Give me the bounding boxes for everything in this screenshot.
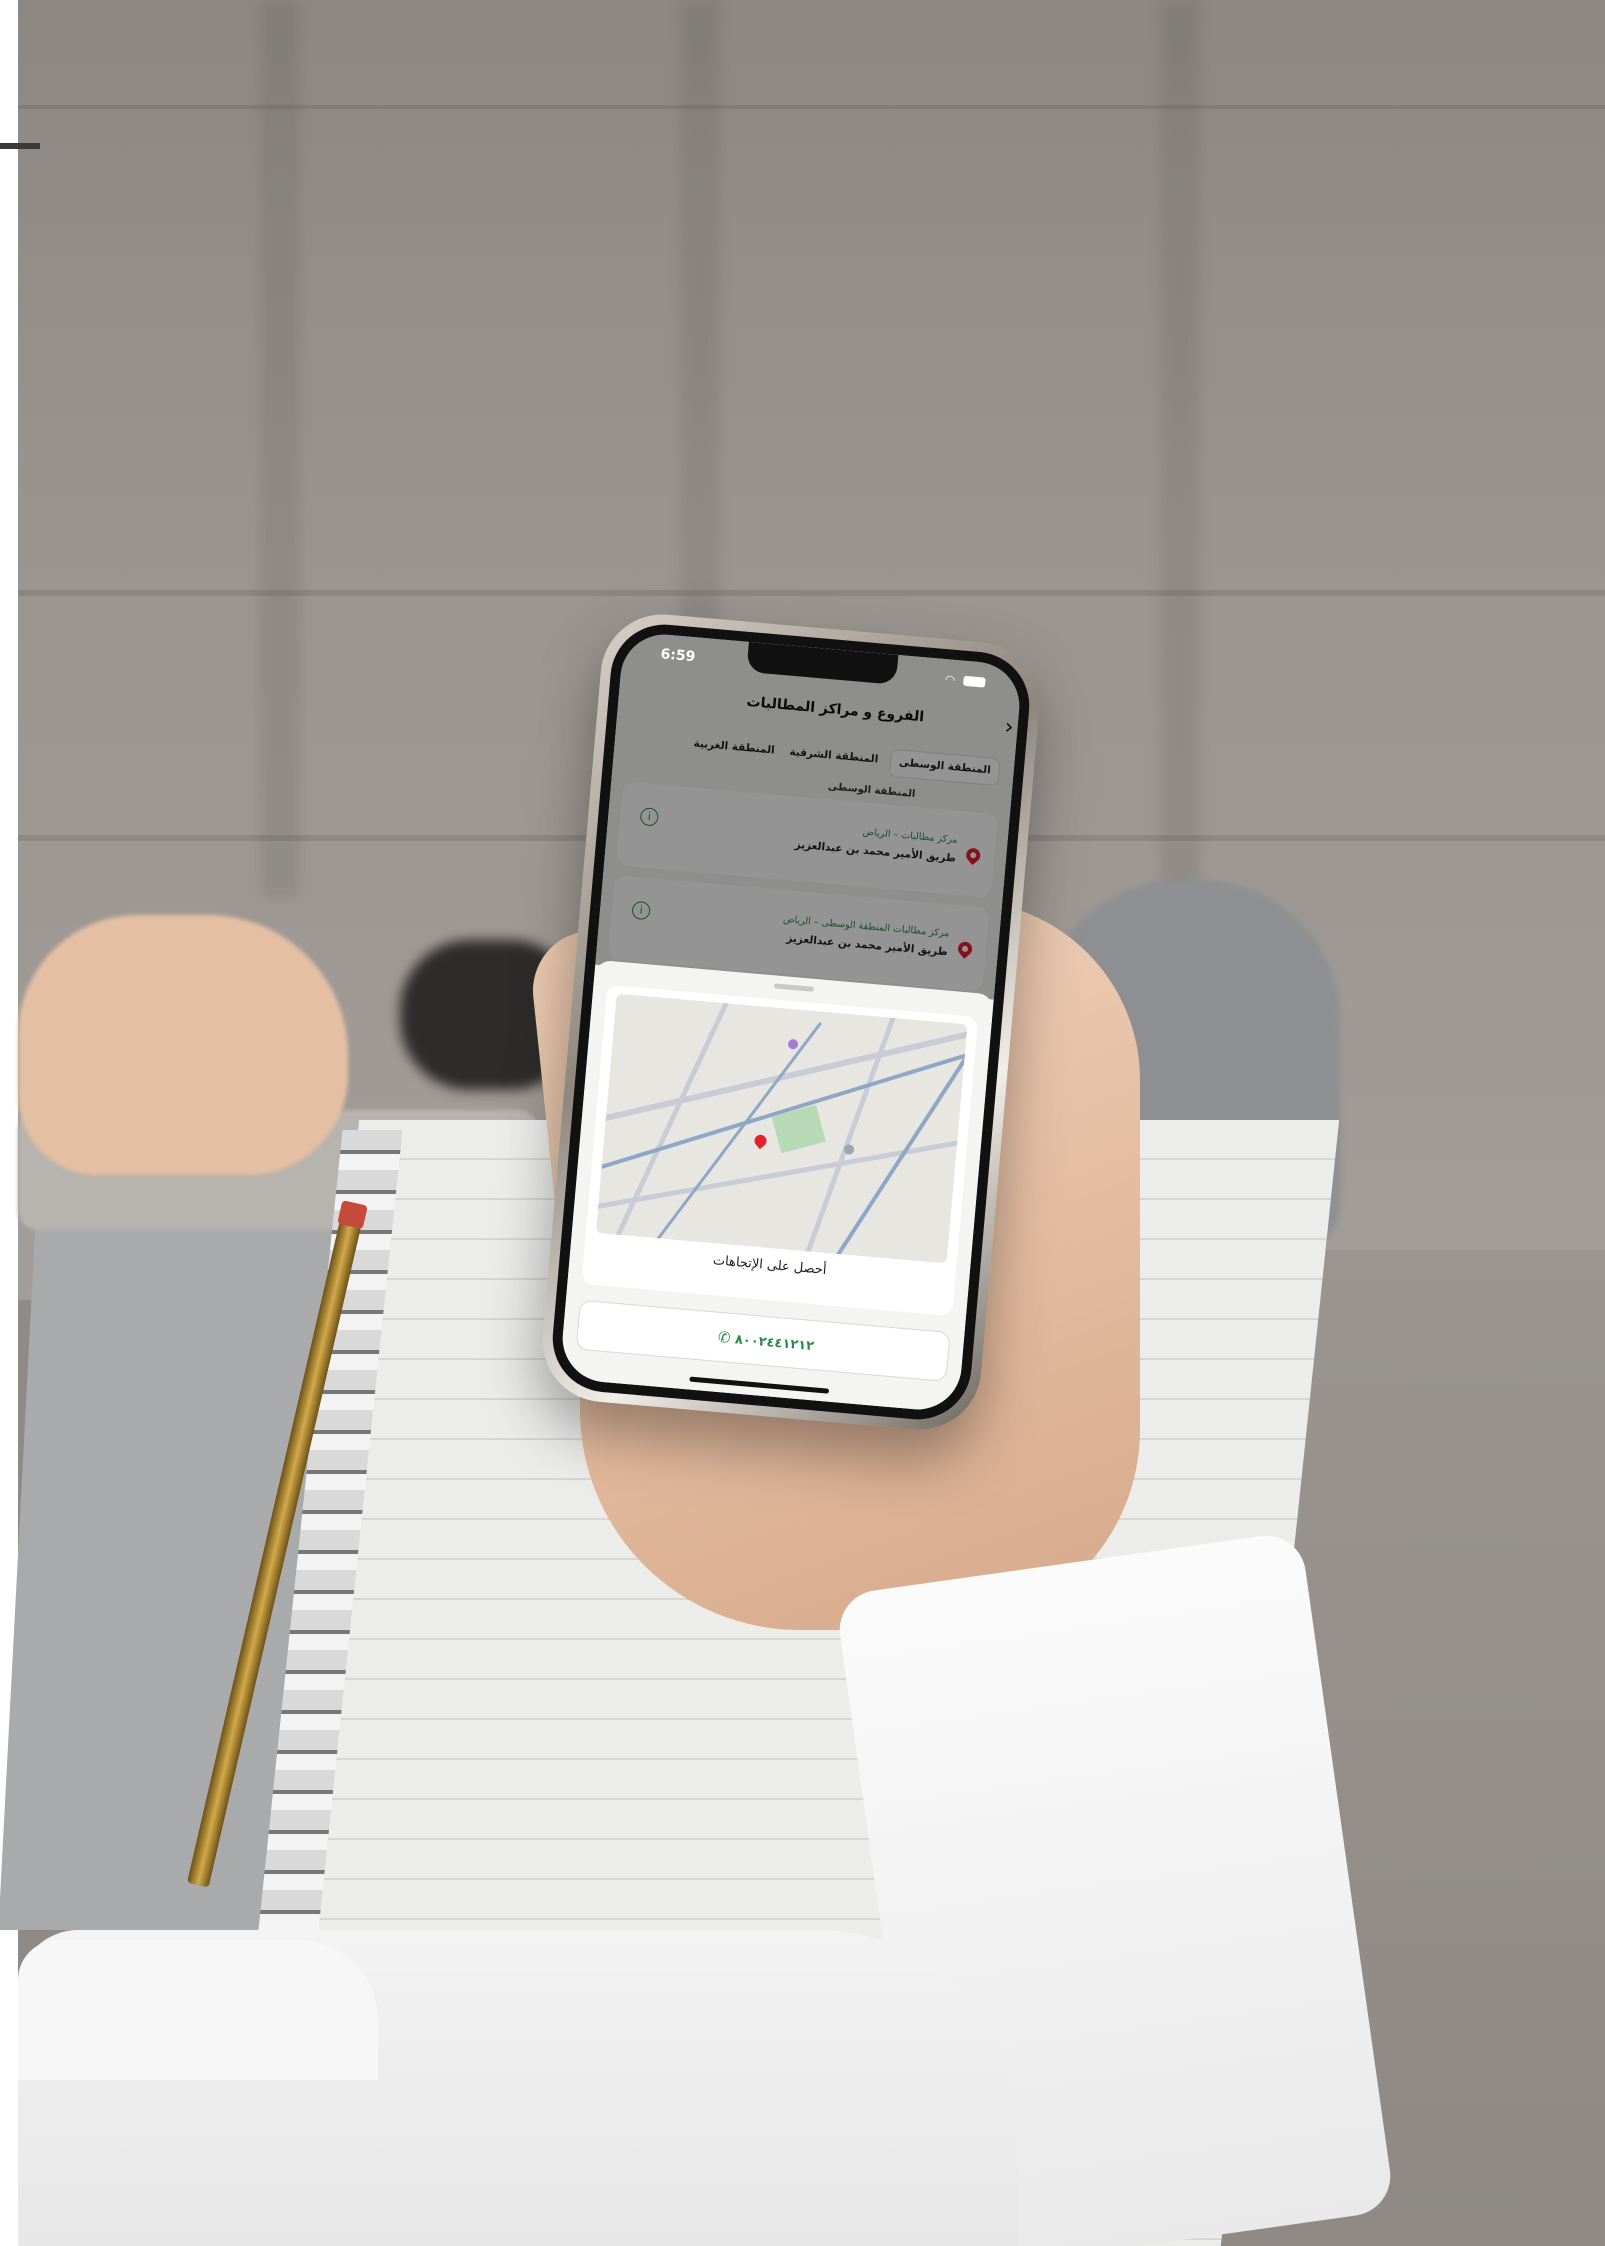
smartphone: 6:59 ◠ › الفروع و مراكز المطالبات المنطق… — [537, 609, 1045, 1435]
status-icons: ◠ — [944, 671, 986, 689]
page-title: الفروع و مراكز المطالبات — [745, 693, 925, 726]
status-time: 6:59 — [659, 646, 696, 666]
map-view[interactable] — [595, 993, 968, 1264]
section-title: المنطقة الوسطى — [827, 781, 916, 800]
poi-icon — [843, 1144, 855, 1155]
shirt-cuff — [18, 1940, 378, 2080]
info-icon[interactable]: i — [631, 900, 651, 921]
phone-icon: ✆ — [717, 1327, 732, 1347]
phone-screen: 6:59 ◠ › الفروع و مراكز المطالبات المنطق… — [559, 630, 1023, 1414]
location-pin-icon — [955, 939, 975, 959]
call-button[interactable]: ✆ ٨٠٠٢٤٤١٢١٢ — [575, 1299, 951, 1382]
corner-mark — [0, 143, 40, 149]
battery-icon — [963, 675, 986, 688]
bottom-sheet: أحصل على الإتجاهات ✆ ٨٠٠٢٤٤١٢١٢ — [559, 959, 995, 1414]
tab-western-region[interactable]: المنطقة الغربية — [684, 731, 783, 767]
poi-icon — [787, 1038, 799, 1050]
wifi-icon: ◠ — [944, 671, 956, 687]
map-card: أحصل على الإتجاهات — [581, 984, 979, 1317]
location-pin-icon — [963, 845, 984, 866]
phone-bezel: 6:59 ◠ › الفروع و مراكز المطالبات المنطق… — [548, 620, 1034, 1424]
sheet-grabber[interactable] — [773, 983, 815, 992]
notch — [746, 641, 899, 685]
call-button-label: ٨٠٠٢٤٤١٢١٢ — [734, 1332, 815, 1355]
chevron-right-icon[interactable]: › — [1004, 715, 1015, 741]
left-hand — [18, 915, 348, 1175]
branch-name: مركز مطالبات – الرياض — [862, 826, 958, 846]
tab-eastern-region[interactable]: المنطقة الشرقية — [780, 739, 887, 776]
info-icon[interactable]: i — [639, 807, 660, 827]
tab-central-region[interactable]: المنطقة الوسطى — [888, 748, 1001, 787]
map-pin-icon — [752, 1132, 769, 1150]
